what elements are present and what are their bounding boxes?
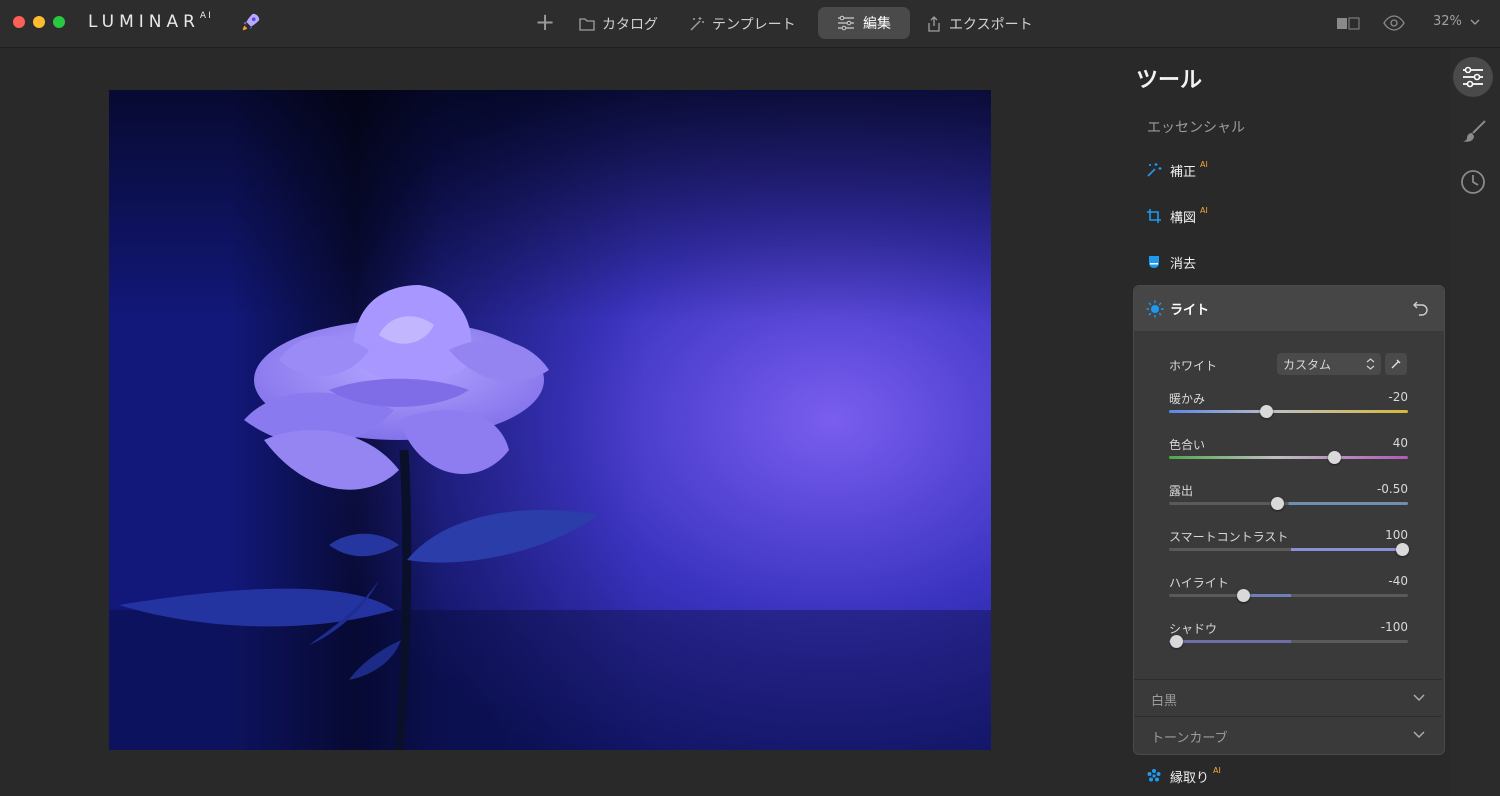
slider-value: -40 — [1388, 574, 1408, 588]
light-panel-header[interactable]: ライト — [1134, 286, 1444, 331]
app-logo-ai: AI — [199, 11, 213, 22]
ai-badge: AI — [1213, 765, 1221, 775]
zoom-window-button[interactable] — [53, 16, 65, 28]
rose-photo — [109, 90, 991, 750]
top-toolbar: LUMINARAI + カタログ テンプレート 編集 エクスポート 32% — [0, 0, 1500, 48]
white-balance-label: ホワイト — [1169, 359, 1218, 373]
tool-enhance-label: 補正 — [1170, 164, 1197, 180]
slider-label: スマートコントラスト — [1169, 530, 1289, 544]
sun-icon — [1146, 300, 1164, 318]
slider-value: -0.50 — [1376, 482, 1408, 496]
slider-thumb[interactable] — [1259, 405, 1273, 418]
tool-structure-label: 縁取り — [1170, 770, 1210, 786]
add-photos-button[interactable]: + — [535, 9, 555, 35]
slider-value: -20 — [1388, 390, 1408, 404]
slider-track[interactable] — [1169, 502, 1408, 505]
slider-track[interactable] — [1169, 594, 1408, 597]
compare-view-icon[interactable] — [1336, 17, 1360, 30]
share-icon — [928, 16, 940, 32]
tab-templates[interactable]: テンプレート — [688, 12, 796, 36]
zoom-dropdown[interactable]: 32% — [1433, 14, 1480, 29]
eye-icon[interactable] — [1383, 15, 1405, 31]
slider-value: 40 — [1392, 436, 1408, 450]
slider-track[interactable] — [1169, 640, 1408, 643]
section-essentials: エッセンシャル — [1147, 120, 1245, 136]
panel-title: ツール — [1136, 68, 1203, 93]
tab-catalog-label: カタログ — [602, 17, 658, 33]
slider-thumb[interactable] — [1327, 451, 1341, 464]
slider-track[interactable] — [1169, 410, 1408, 413]
slider-label: 暖かみ — [1169, 392, 1206, 406]
tool-erase[interactable]: 消去 — [1146, 252, 1196, 272]
light-panel-title: ライト — [1170, 303, 1210, 318]
ai-badge: AI — [1200, 159, 1208, 169]
slider-value: -100 — [1380, 620, 1408, 634]
photo-preview[interactable] — [109, 90, 991, 750]
updown-chevron-icon — [1366, 358, 1375, 370]
chevron-down-icon — [1470, 19, 1480, 25]
tab-templates-label: テンプレート — [712, 17, 796, 33]
sliders-icon — [838, 15, 854, 31]
reset-icon[interactable] — [1412, 299, 1430, 317]
rocket-icon[interactable] — [240, 11, 262, 33]
slider-value: 100 — [1385, 528, 1408, 542]
slider-thumb[interactable] — [1169, 635, 1183, 648]
slider-label: ハイライト — [1169, 576, 1229, 590]
slider-track[interactable] — [1169, 456, 1408, 459]
history-clock-icon[interactable] — [1460, 169, 1486, 195]
tool-structure[interactable]: 縁取り AI — [1146, 766, 1221, 786]
tool-composition[interactable]: 構図 AI — [1146, 206, 1208, 226]
white-balance-select[interactable]: カスタム — [1277, 353, 1381, 375]
slider-label: 露出 — [1169, 484, 1194, 498]
eyedropper-button[interactable] — [1385, 353, 1407, 375]
eyedropper-icon — [1391, 359, 1401, 369]
chevron-down-icon — [1413, 731, 1425, 738]
tab-export[interactable]: エクスポート — [925, 12, 1033, 36]
ai-badge: AI — [1200, 205, 1208, 215]
app-logo: LUMINARAI — [88, 11, 213, 32]
tab-edit-label: 編集 — [863, 16, 891, 32]
sliders-icon — [1463, 66, 1483, 88]
crop-icon — [1147, 209, 1161, 223]
tab-export-label: エクスポート — [949, 17, 1033, 33]
eraser-icon — [1149, 256, 1159, 268]
folder-icon — [579, 18, 595, 31]
slider-label: 色合い — [1169, 438, 1206, 452]
slider-track[interactable] — [1169, 548, 1408, 551]
tab-catalog[interactable]: カタログ — [578, 12, 658, 36]
zoom-value: 32% — [1433, 14, 1462, 29]
tools-tab-button[interactable] — [1453, 57, 1493, 97]
section-blacks-whites[interactable]: 白黒 — [1134, 679, 1442, 716]
enhance-icon — [1147, 163, 1162, 177]
magic-wand-icon — [690, 17, 704, 31]
minimize-window-button[interactable] — [33, 16, 45, 28]
tab-edit[interactable]: 編集 — [818, 7, 910, 39]
app-logo-text: LUMINAR — [88, 12, 200, 32]
section-tone-curve-label: トーンカーブ — [1151, 731, 1228, 746]
slider-thumb[interactable] — [1395, 543, 1409, 556]
tool-enhance[interactable]: 補正 AI — [1146, 160, 1208, 180]
tool-erase-label: 消去 — [1170, 256, 1197, 272]
brush-icon[interactable] — [1461, 119, 1487, 145]
white-balance-value: カスタム — [1283, 357, 1332, 372]
section-tone-curve[interactable]: トーンカーブ — [1134, 716, 1442, 753]
close-window-button[interactable] — [13, 16, 25, 28]
tool-composition-label: 構図 — [1170, 210, 1197, 226]
structure-icon — [1147, 769, 1161, 782]
chevron-down-icon — [1413, 694, 1425, 701]
section-blacks-whites-label: 白黒 — [1151, 694, 1178, 709]
